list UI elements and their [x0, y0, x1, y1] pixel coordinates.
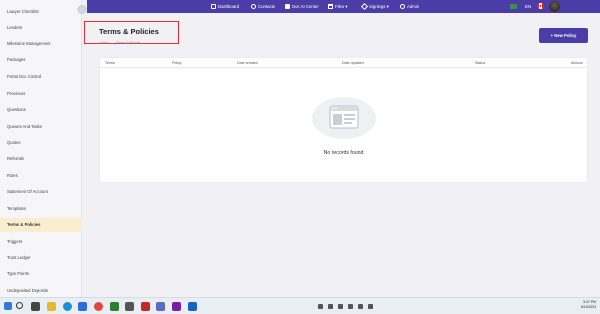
column-policy[interactable]: Policy — [172, 58, 182, 68]
column-date-updated[interactable]: Date updated — [342, 58, 364, 68]
canada-flag-icon[interactable] — [537, 3, 544, 9]
sidebar-item-quotes[interactable]: Quotes — [0, 137, 82, 149]
column-date-created[interactable]: Date created — [237, 58, 258, 68]
volume-icon[interactable] — [368, 304, 373, 309]
clock-date: 6/13/2023 — [580, 305, 596, 309]
flag-icon[interactable] — [510, 4, 517, 9]
table-header: Terms Policy Date created Date updated S… — [100, 58, 587, 68]
column-status[interactable]: Status — [475, 58, 485, 68]
sidebar-item-triggers[interactable]: Triggers — [0, 236, 82, 248]
policies-table: Terms Policy Date created Date updated S… — [99, 57, 588, 183]
excel-icon[interactable] — [110, 302, 119, 311]
app-icon[interactable] — [125, 302, 134, 311]
nav-admin[interactable]: Admin — [400, 0, 419, 13]
breadcrumb-admin[interactable]: Admin — [99, 41, 109, 45]
sidebar: Lawyer Checklist Lenders Milestone Manag… — [0, 0, 82, 297]
teams-icon[interactable] — [156, 302, 165, 311]
sidebar-item-trust-ledger[interactable]: Trust Ledger — [0, 252, 82, 264]
nav-dashboard[interactable]: Dashboard — [211, 0, 239, 13]
nav-files-label: Files ▾ — [335, 4, 348, 9]
document-icon — [285, 4, 290, 10]
nav-doc-ai-center[interactable]: Doc AI Center — [285, 0, 319, 13]
sidebar-item-terms-and-policies[interactable]: Terms & Policies — [0, 218, 82, 232]
word-icon[interactable] — [188, 302, 197, 311]
sidebar-item-portal-doc-control[interactable]: Portal Doc Control — [0, 71, 82, 83]
task-view-icon[interactable] — [31, 302, 40, 311]
folder-icon — [328, 4, 333, 10]
language-selector[interactable]: EN — [525, 0, 531, 13]
camera-icon[interactable] — [318, 304, 323, 309]
breadcrumb-separator: — — [110, 41, 115, 45]
sidebar-item-referrals[interactable]: Referrals — [0, 153, 82, 165]
sidebar-item-templates[interactable]: Templates — [0, 203, 82, 215]
sidebar-item-packages[interactable]: Packages — [0, 54, 82, 66]
app-icon-purple[interactable] — [172, 302, 181, 311]
avatar[interactable] — [549, 1, 560, 12]
empty-state-text: No records found — [323, 150, 364, 156]
folder-tray-icon[interactable] — [328, 304, 333, 309]
file-explorer-icon[interactable] — [47, 302, 56, 311]
sidebar-item-roles[interactable]: Roles — [0, 170, 82, 182]
sidebar-item-questions[interactable]: Questions — [0, 104, 82, 116]
chrome-icon[interactable] — [94, 302, 103, 311]
pdf-icon[interactable] — [141, 302, 150, 311]
contacts-icon — [251, 4, 256, 10]
windows-start-icon[interactable] — [4, 302, 12, 310]
nav-doc-ai-center-label: Doc AI Center — [292, 4, 319, 9]
sidebar-item-milestone-management[interactable]: Milestone Management — [0, 38, 82, 50]
dashboard-icon — [211, 4, 216, 10]
search-icon[interactable] — [16, 302, 23, 309]
sidebar-item-statement-of-account[interactable]: Statement Of Account — [0, 186, 82, 198]
top-navigation: Dashboard Contacts Doc AI Center Files ▾… — [87, 0, 600, 13]
sidebar-item-undeposited-deposits[interactable]: Undeposited Deposits — [0, 285, 82, 297]
sidebar-item-lenders[interactable]: Lenders — [0, 22, 82, 34]
sidebar-item-queues-and-tasks[interactable]: Queues And Tasks — [0, 121, 82, 133]
taskbar: 5:47 PM 6/13/2023 — [0, 297, 600, 314]
new-policy-button[interactable]: + New Policy — [539, 28, 588, 43]
nav-signings[interactable]: Signings ▾ — [360, 0, 389, 13]
edge-icon[interactable] — [63, 302, 72, 311]
breadcrumb: Admin — Terms & Policies — [99, 41, 141, 45]
nav-files[interactable]: Files ▾ — [328, 0, 347, 13]
system-clock[interactable]: 5:47 PM 6/13/2023 — [581, 300, 596, 310]
sidebar-item-type-points[interactable]: Type Points — [0, 268, 82, 280]
nav-contacts[interactable]: Contacts — [251, 0, 275, 13]
empty-state-illustration — [312, 97, 376, 139]
security-icon[interactable] — [348, 304, 353, 309]
sidebar-item-lawyer-checklist[interactable]: Lawyer Checklist — [0, 6, 82, 18]
column-actions: Actions — [571, 61, 583, 65]
sidebar-collapse-button[interactable] — [77, 5, 87, 14]
nav-dashboard-label: Dashboard — [218, 4, 240, 9]
sidebar-item-provinces[interactable]: Provinces — [0, 88, 82, 100]
signing-icon — [360, 3, 369, 11]
network-icon[interactable] — [358, 304, 363, 309]
nav-signings-label: Signings ▾ — [369, 4, 389, 9]
gear-icon[interactable] — [338, 304, 343, 309]
breadcrumb-current: Terms & Policies — [116, 41, 142, 45]
nav-contacts-label: Contacts — [258, 4, 275, 9]
admin-icon — [400, 4, 405, 10]
column-terms[interactable]: Terms — [105, 58, 115, 68]
mail-icon[interactable] — [78, 302, 87, 311]
nav-admin-label: Admin — [407, 4, 420, 9]
